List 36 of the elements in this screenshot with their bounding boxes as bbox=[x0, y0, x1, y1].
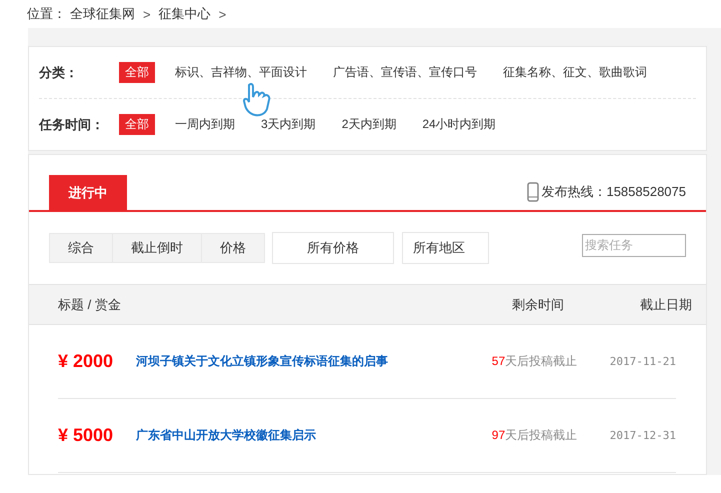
search-field[interactable]: 搜索任务 bbox=[582, 234, 686, 256]
filter-option[interactable]: 全部 bbox=[119, 62, 155, 83]
breadcrumb-link[interactable]: 全球征集网 bbox=[70, 5, 135, 23]
breadcrumb-separator: > bbox=[218, 6, 226, 22]
filter-option[interactable]: 一周内到期 bbox=[169, 114, 241, 135]
column-header: 截止日期 bbox=[640, 296, 692, 314]
reward-amount: ¥ 5000 bbox=[58, 425, 114, 446]
remaining-time: 57天后投稿截止 bbox=[492, 353, 578, 370]
phone-icon bbox=[527, 182, 540, 202]
reward-amount: ¥ 2000 bbox=[58, 351, 114, 372]
sort-button[interactable]: 综合 bbox=[49, 233, 113, 263]
breadcrumb-separator: > bbox=[143, 6, 151, 22]
remaining-time: 97天后投稿截止 bbox=[492, 427, 578, 444]
sort-button[interactable]: 截止倒时 bbox=[112, 233, 202, 263]
filter-option[interactable]: 24小时内到期 bbox=[416, 114, 502, 135]
column-header: 标题 / 赏金 bbox=[58, 296, 122, 314]
filter-label: 任务时间： bbox=[39, 116, 105, 134]
status-tab[interactable]: 进行中 bbox=[49, 175, 127, 210]
filter-option[interactable]: 2天内到期 bbox=[336, 114, 402, 135]
breadcrumb-label: 位置： bbox=[27, 5, 66, 23]
hotline-text: 发布热线：15858528075 bbox=[541, 183, 686, 201]
filter-dropdown[interactable]: 所有地区 bbox=[402, 232, 489, 264]
column-header: 剩余时间 bbox=[512, 296, 565, 314]
deadline-date: 2017-12-31 bbox=[610, 429, 676, 442]
filter-option[interactable]: 全部 bbox=[119, 114, 155, 135]
task-title-link[interactable]: 广东省中山开放大学校徽征集启示 bbox=[136, 428, 316, 442]
breadcrumb-link[interactable]: 征集中心 bbox=[158, 5, 211, 23]
filter-dropdown[interactable]: 所有价格 bbox=[272, 232, 394, 264]
filter-option[interactable]: 征集名称、征文、歌曲歌词 bbox=[497, 62, 653, 83]
task-title-link[interactable]: 河坝子镇关于文化立镇形象宣传标语征集的启事 bbox=[136, 354, 388, 368]
filter-option[interactable]: 3天内到期 bbox=[255, 114, 322, 135]
filter-option[interactable]: 广告语、宣传语、宣传口号 bbox=[327, 62, 483, 83]
filter-option[interactable]: 标识、吉祥物、平面设计 bbox=[169, 62, 313, 83]
deadline-date: 2017-11-21 bbox=[610, 355, 676, 368]
filter-label: 分类： bbox=[39, 64, 79, 82]
sort-button[interactable]: 价格 bbox=[201, 233, 265, 263]
